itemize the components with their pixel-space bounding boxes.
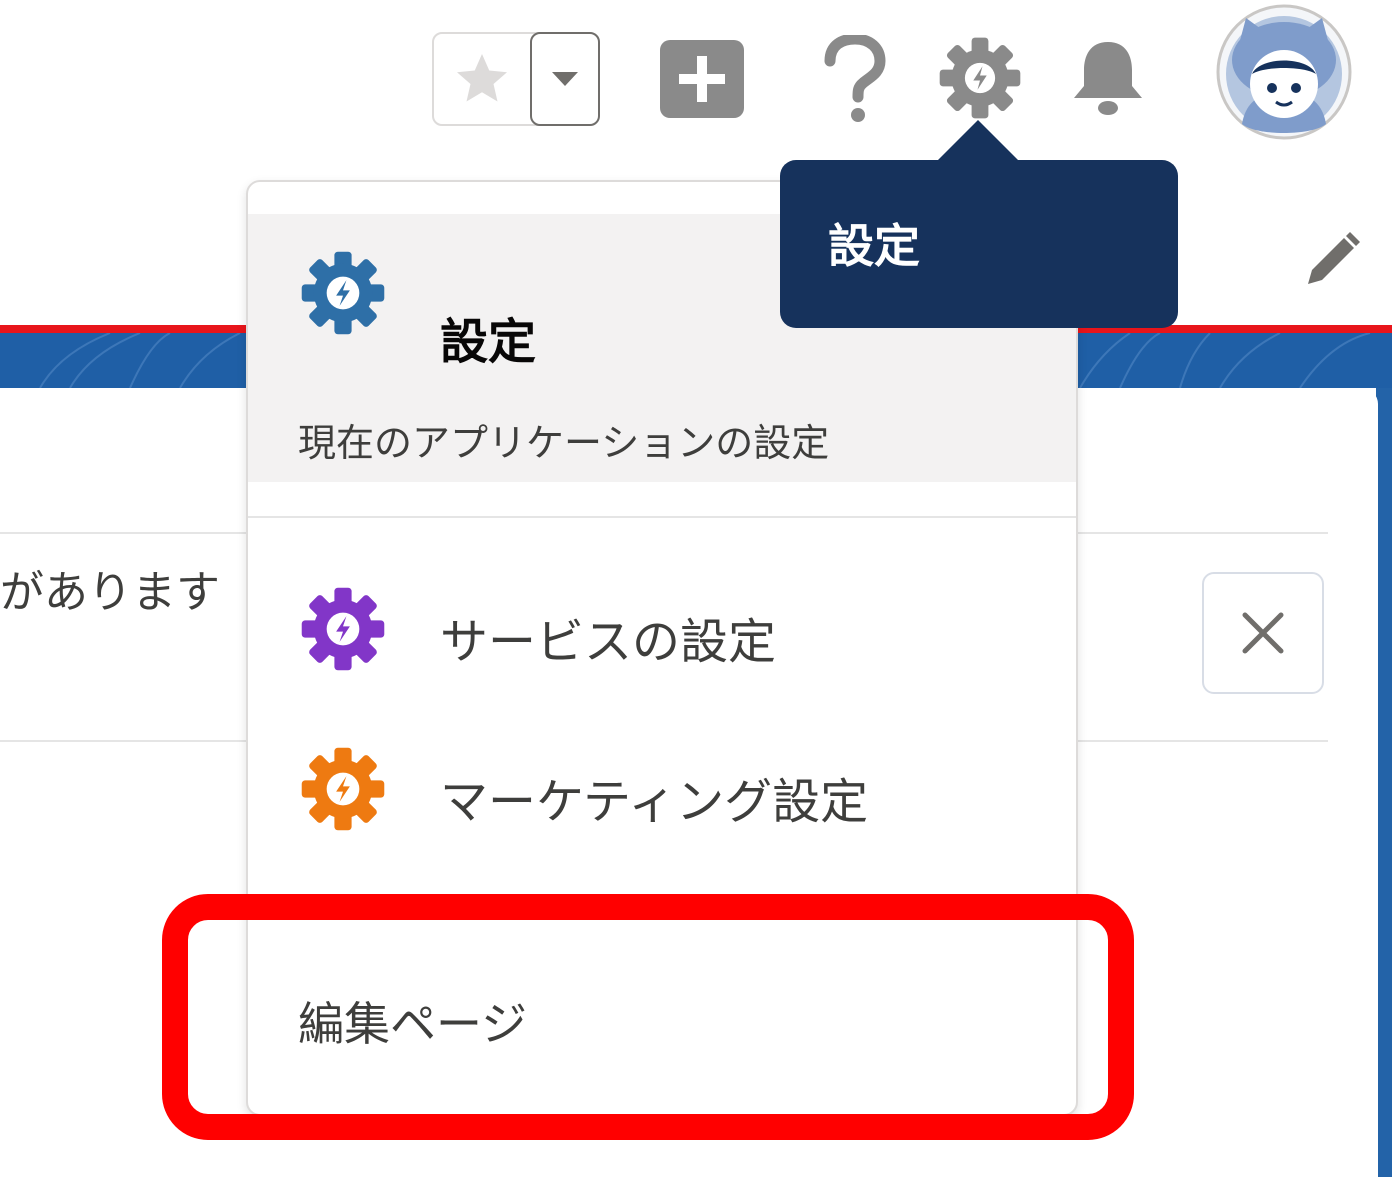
global-actions-button[interactable] [660,40,744,118]
notice-close-button[interactable] [1202,572,1324,694]
menu-item-marketing-setup[interactable]: マーケティング設定 [248,742,1076,848]
menu-item-label: マーケティング設定 [440,774,869,830]
favorites-dropdown-button[interactable] [530,32,600,126]
menu-item-label: 編集ページ [298,997,528,1051]
gear-icon [939,37,1021,119]
edit-pencil-icon[interactable] [1300,228,1364,292]
marketing-setup-gear-icon [301,747,385,831]
menu-divider [248,516,1076,518]
close-icon [1242,612,1284,654]
brand-band-edge [1376,388,1392,1177]
question-icon [824,35,886,122]
setup-tooltip-text: 設定 [828,219,920,273]
notice-message-text: があります [0,567,220,618]
bell-icon [1074,42,1142,115]
astro-avatar [1216,4,1352,140]
setup-gear-button[interactable] [938,36,1022,120]
plus-icon [679,56,725,102]
menu-item-label: サービスの設定 [440,614,777,670]
help-button[interactable] [810,30,900,130]
setup-gear-icon [301,251,385,335]
star-icon [457,54,507,102]
user-avatar[interactable] [1216,4,1352,140]
favorites-group [432,32,600,126]
menu-item-service-setup[interactable]: サービスの設定 [248,582,1076,688]
tooltip-arrow [936,120,1020,162]
menu-item-edit-page[interactable]: 編集ページ [248,962,1076,1072]
service-setup-gear-icon [301,587,385,671]
notifications-button[interactable] [1068,36,1148,120]
caret-down-icon [552,72,578,86]
favorites-star-button[interactable] [434,34,530,124]
setup-menu-subtitle: 現在のアプリケーションの設定 [298,421,830,465]
setup-menu-title: 設定 [440,314,537,370]
